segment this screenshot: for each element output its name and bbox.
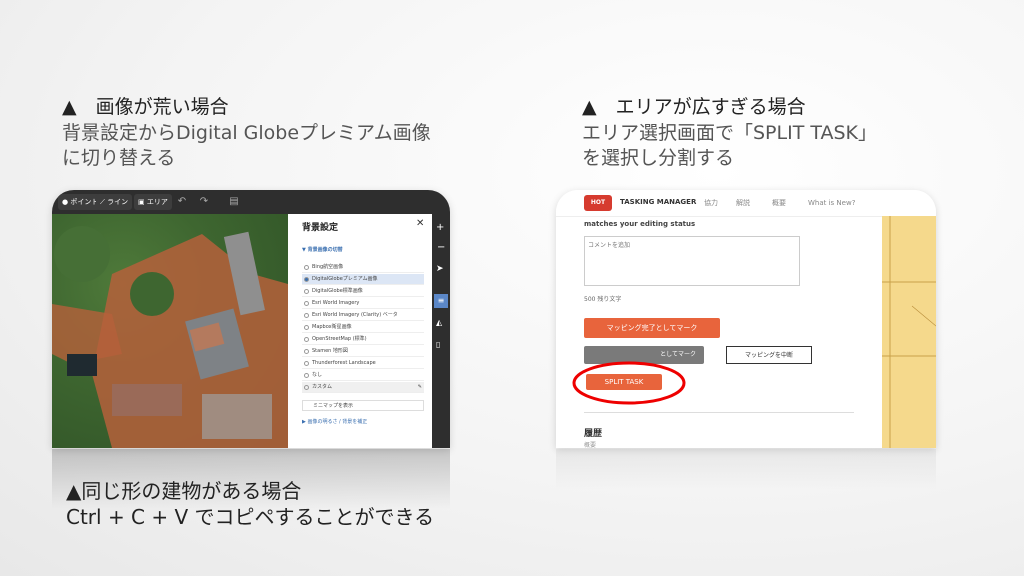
area-button[interactable]: ▣ エリア bbox=[134, 194, 172, 210]
tm-navbar: HOT TASKING MANAGER 協力 解説 概要 What is New… bbox=[556, 190, 936, 217]
map-data-icon[interactable]: ◭ bbox=[436, 318, 442, 327]
divider bbox=[584, 412, 854, 413]
panel-section[interactable]: ▼ 背景画像の切替 bbox=[302, 246, 343, 253]
bg-option[interactable]: Mapbox衛星画像 bbox=[302, 322, 424, 333]
bg-option-custom[interactable]: カスタム ✎ bbox=[302, 382, 424, 393]
edit-icon[interactable]: ✎ bbox=[418, 382, 422, 393]
bg-option[interactable]: Stamen 地形図 bbox=[302, 346, 424, 357]
zoom-in-icon[interactable]: + bbox=[436, 222, 444, 233]
comment-input[interactable] bbox=[584, 236, 800, 286]
satellite-map[interactable] bbox=[52, 214, 288, 448]
line-button[interactable]: ⟋ ライン bbox=[96, 194, 133, 210]
zoom-out-icon[interactable]: − bbox=[437, 242, 445, 253]
background-settings-panel: 背景設定 ✕ ▼ 背景画像の切替 Bing航空画像 DigitalGlobeプレ… bbox=[288, 214, 432, 448]
background-icon[interactable]: ≡ bbox=[434, 294, 448, 308]
left-desc-1: 背景設定からDigital Globeプレミアム画像 bbox=[62, 122, 431, 144]
mark-mapped-button[interactable]: マッピング完了としてマーク bbox=[584, 318, 720, 338]
tasking-manager-screenshot: HOT TASKING MANAGER 協力 解説 概要 What is New… bbox=[556, 190, 936, 448]
help-icon[interactable]: ▯ bbox=[436, 340, 440, 349]
bg-option[interactable]: Esri World Imagery (Clarity) ベータ bbox=[302, 310, 424, 321]
task-grid bbox=[882, 216, 936, 448]
task-map[interactable] bbox=[882, 216, 936, 448]
stop-mapping-button[interactable]: マッピングを中断 bbox=[726, 346, 812, 364]
bg-option[interactable]: DigitalGlobe標準画像 bbox=[302, 286, 424, 297]
nav-whats-new[interactable]: What is New? bbox=[808, 197, 855, 209]
right-desc-2: を選択し分割する bbox=[582, 147, 735, 169]
char-count: 500 残り文字 bbox=[584, 296, 622, 303]
nav-contribute[interactable]: 協力 bbox=[704, 197, 718, 209]
bottom-title: ▲同じ形の建物がある場合 bbox=[66, 479, 302, 503]
left-desc-2: に切り替える bbox=[62, 147, 176, 169]
bg-option[interactable]: なし bbox=[302, 370, 424, 381]
panel-title: 背景設定 bbox=[302, 223, 339, 233]
editing-status-text: matches your editing status bbox=[584, 220, 696, 228]
satellite-imagery bbox=[52, 226, 288, 448]
close-icon[interactable]: ✕ bbox=[416, 218, 424, 229]
minimap-toggle[interactable]: ミニマップを表示 bbox=[302, 400, 424, 411]
offset-link[interactable]: ▶ 画像の明るさ / 背景を補正 bbox=[302, 418, 367, 425]
geolocate-icon[interactable]: ➤ bbox=[436, 264, 444, 274]
map-controls: + − ➤ ≡ ◭ ▯ bbox=[432, 214, 450, 448]
history-sub: 概要 bbox=[584, 442, 597, 448]
bg-option[interactable]: OpenStreetMap (標準) bbox=[302, 334, 424, 345]
editor-toolbar: ● ポイント ⟋ ライン ▣ エリア ↶ ↷ ▤ bbox=[52, 190, 450, 214]
id-editor-screenshot: ● ポイント ⟋ ライン ▣ エリア ↶ ↷ ▤ 背景設定 ✕ ▼ 背景画像の切… bbox=[52, 190, 450, 448]
right-title: ▲ エリアが広すぎる場合 bbox=[582, 96, 806, 118]
history-heading: 履歴 bbox=[584, 429, 603, 439]
bg-option[interactable]: Esri World Imagery bbox=[302, 298, 424, 309]
nav-about[interactable]: 概要 bbox=[772, 197, 786, 209]
right-desc-1: エリア選択画面で「SPLIT TASK」 bbox=[582, 122, 878, 144]
right-reflection bbox=[556, 449, 936, 489]
bg-option-selected[interactable]: DigitalGlobeプレミアム画像 bbox=[302, 274, 424, 285]
save-icon[interactable]: ▤ bbox=[228, 195, 240, 209]
undo-icon[interactable]: ↶ bbox=[176, 195, 188, 209]
nav-learn[interactable]: 解説 bbox=[736, 197, 750, 209]
bg-option[interactable]: Thunderforest Landscape bbox=[302, 358, 424, 369]
hot-logo: HOT bbox=[584, 195, 612, 211]
bg-option[interactable]: Bing航空画像 bbox=[302, 262, 424, 273]
bottom-desc: Ctrl + C + V でコピペすることができる bbox=[66, 505, 435, 529]
left-title: ▲ 画像が荒い場合 bbox=[62, 96, 229, 118]
app-name: TASKING MANAGER bbox=[620, 198, 697, 206]
redo-icon[interactable]: ↷ bbox=[198, 195, 210, 209]
red-circle-annotation bbox=[572, 361, 686, 405]
